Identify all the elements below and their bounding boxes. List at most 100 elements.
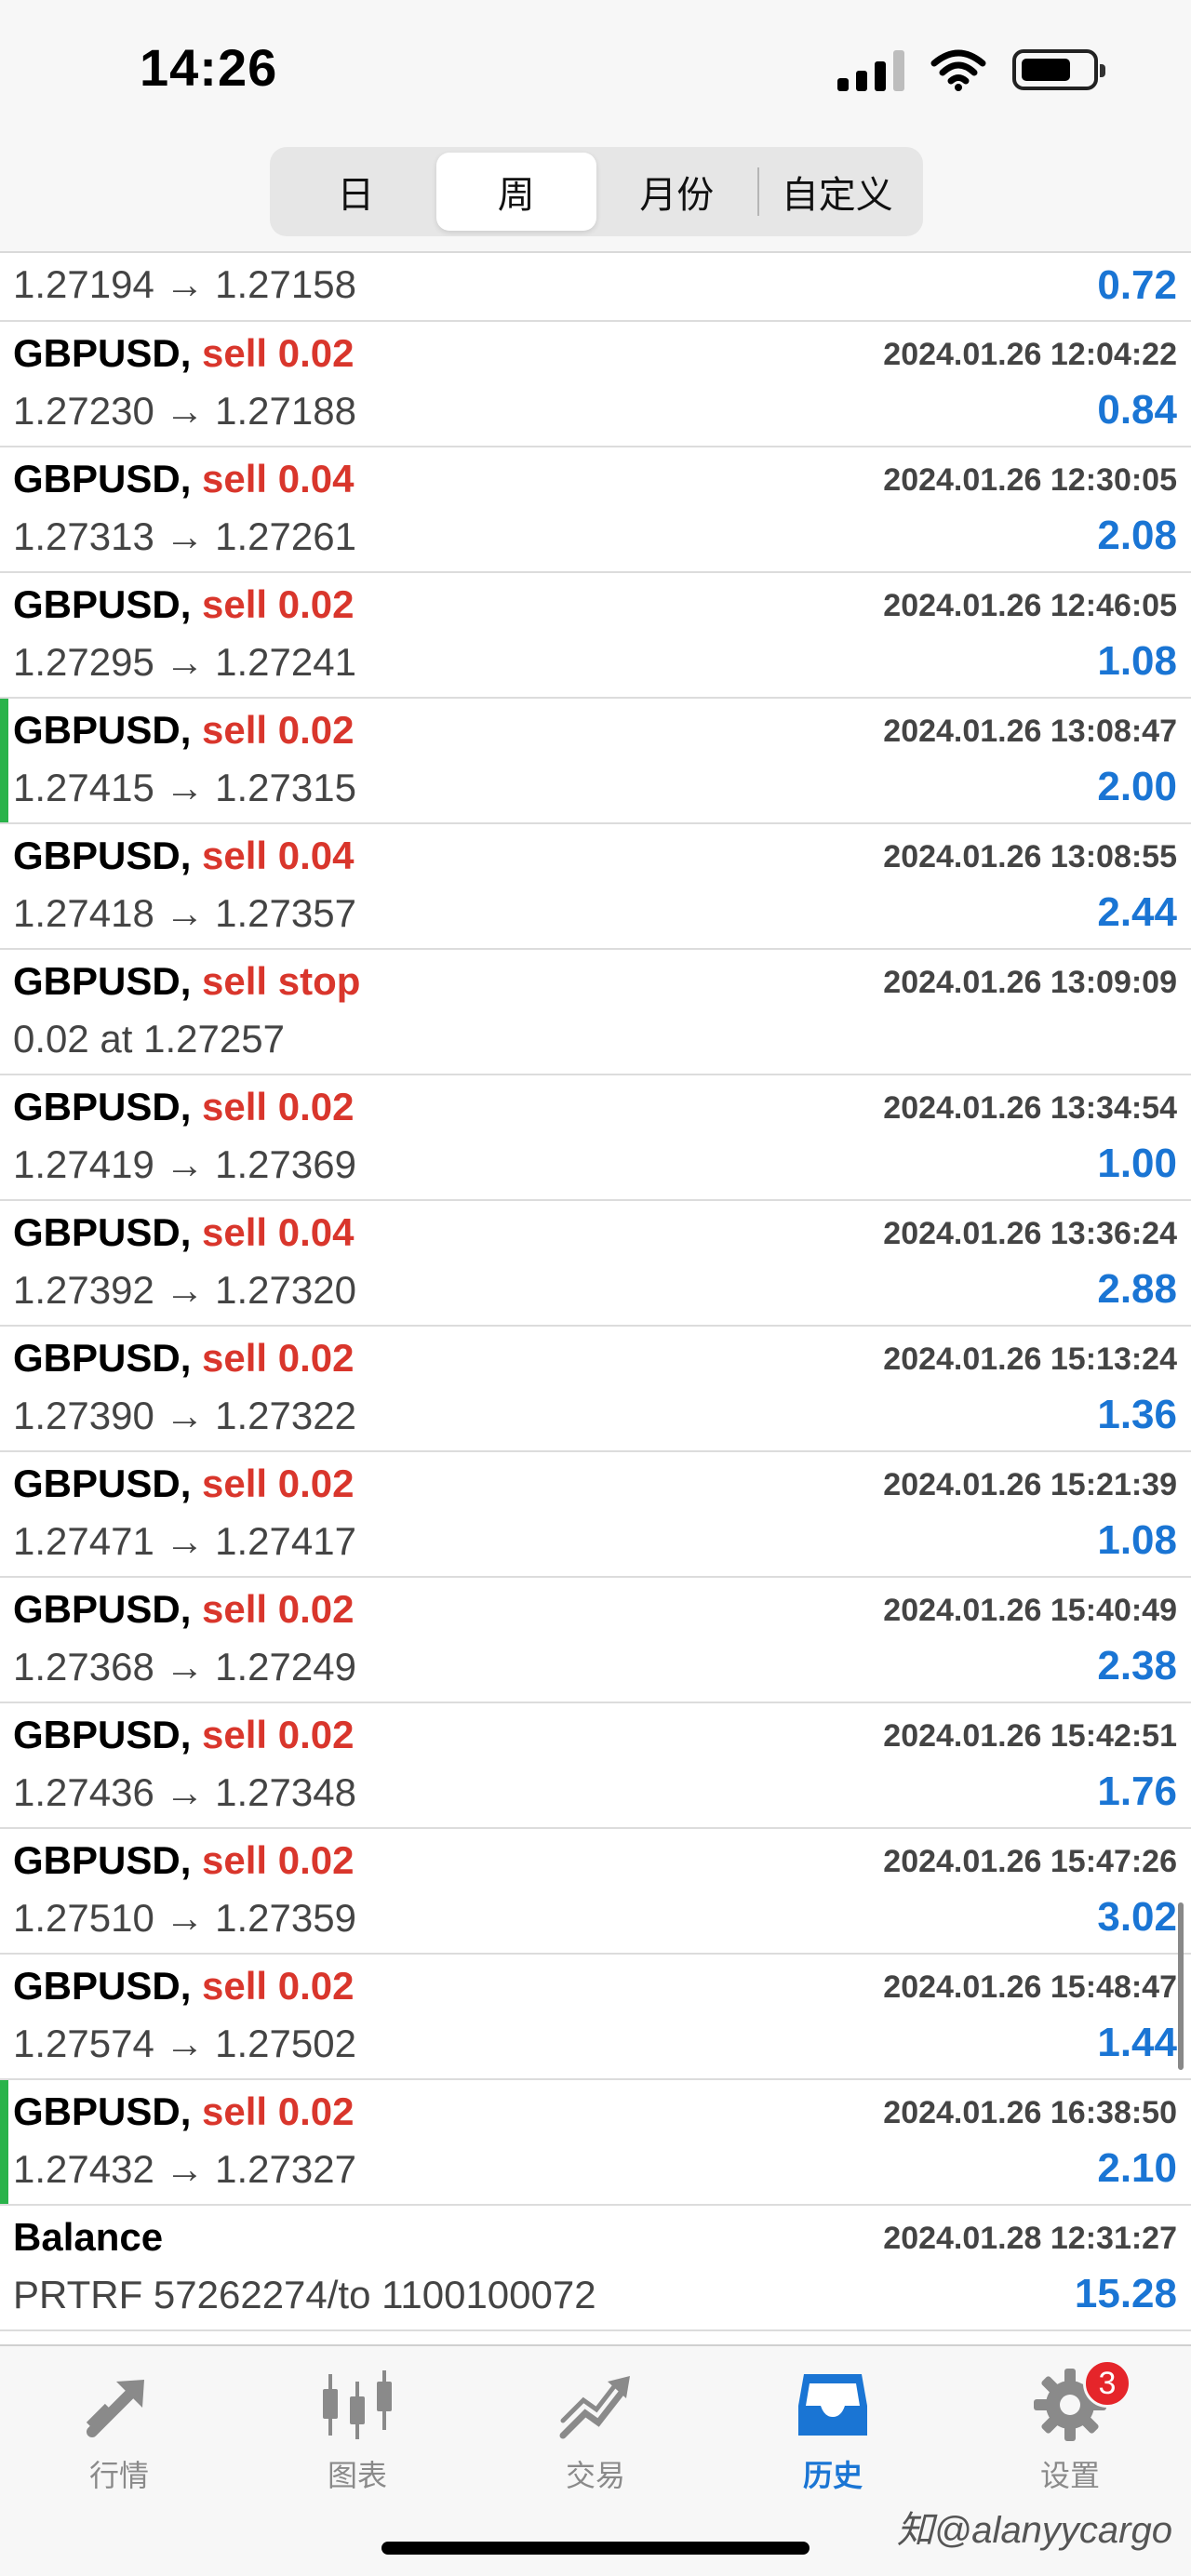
tab-label: 图表 xyxy=(327,2459,387,2492)
trade-datetime: 2024.01.26 13:09:09 xyxy=(883,965,1177,1000)
list-item[interactable]: GBPUSD, sell 0.02 2024.01.26 15:48:47 1.… xyxy=(0,1955,1191,2080)
home-indicator[interactable] xyxy=(381,2542,810,2555)
trade-prices: 1.27392 → 1.27320 xyxy=(13,1268,356,1312)
trade-datetime: 2024.01.26 13:34:54 xyxy=(883,1090,1177,1126)
trade-prices: 0.02 at 1.27257 xyxy=(13,1017,285,1061)
period-tab-week[interactable]: 周 xyxy=(435,153,596,231)
trade-prices: 1.27415 → 1.27315 xyxy=(13,766,356,809)
trade-profit: 2.00 xyxy=(1097,764,1177,809)
trade-profit: 2.38 xyxy=(1097,1643,1177,1688)
trade-profit: 15.28 xyxy=(1074,2271,1177,2316)
list-item[interactable]: GBPUSD, sell 0.02 2024.01.26 13:34:54 1.… xyxy=(0,1075,1191,1201)
period-segmented-control: 日 周 月份 自定义 xyxy=(270,147,923,236)
list-item[interactable]: GBPUSD, sell 0.02 2024.01.26 15:42:51 1.… xyxy=(0,1703,1191,1829)
trade-profit: 2.10 xyxy=(1097,2145,1177,2191)
trade-prices: 1.27368 → 1.27249 xyxy=(13,1645,356,1688)
trade-datetime: 2024.01.26 13:36:24 xyxy=(883,1216,1177,1251)
list-item[interactable]: GBPUSD, sell 0.02 2024.01.26 15:13:24 1.… xyxy=(0,1327,1191,1452)
trade-prices: 1.27510 → 1.27359 xyxy=(13,1896,356,1940)
trade-side: sell 0.02 xyxy=(202,2089,355,2133)
trade-side: sell 0.02 xyxy=(202,331,355,375)
trade-symbol: GBPUSD, sell 0.02 xyxy=(13,1964,355,2008)
trade-side: sell stop xyxy=(202,959,361,1003)
trade-side: sell 0.02 xyxy=(202,1838,355,1882)
settings-badge: 3 xyxy=(1083,2359,1131,2408)
trade-side: sell 0.02 xyxy=(202,582,355,626)
battery-icon xyxy=(1012,49,1105,90)
trade-datetime: 2024.01.28 12:31:27 xyxy=(883,2221,1177,2256)
trade-side: sell 0.04 xyxy=(202,457,355,501)
list-item[interactable] xyxy=(0,2331,1191,2344)
list-item[interactable]: 1.27194 → 1.27158 0.72 xyxy=(0,253,1191,322)
tab-quotes[interactable]: 行情 xyxy=(45,2365,194,2504)
trade-profit: 0.84 xyxy=(1097,387,1177,433)
trade-prices: 1.27432 → 1.27327 xyxy=(13,2147,356,2191)
balance-title: Balance xyxy=(13,2215,164,2259)
trade-profit: 2.08 xyxy=(1097,513,1177,558)
tab-history[interactable]: 历史 xyxy=(758,2365,907,2504)
trade-prices: 1.27230 → 1.27188 xyxy=(13,389,356,433)
tab-charts[interactable]: 图表 xyxy=(283,2365,432,2504)
trade-profit: 1.76 xyxy=(1097,1768,1177,1814)
trade-datetime: 2024.01.26 13:08:47 xyxy=(883,714,1177,749)
header: 14:26 日 周 月份 自定义 xyxy=(0,0,1191,253)
tab-bar: 行情 图表 交易 历史 设置 3 知@alanyycargo xyxy=(0,2344,1191,2576)
trade-symbol: GBPUSD, sell 0.04 xyxy=(13,457,355,501)
cellular-signal-icon xyxy=(837,48,904,91)
list-item[interactable]: GBPUSD, sell 0.02 2024.01.26 16:38:50 1.… xyxy=(0,2080,1191,2206)
quotes-arrows-icon xyxy=(86,2380,144,2437)
trade-datetime: 2024.01.26 15:40:49 xyxy=(883,1593,1177,1628)
trade-prices: 1.27574 → 1.27502 xyxy=(13,2022,356,2065)
candlestick-chart-icon xyxy=(323,2370,392,2439)
period-tab-day[interactable]: 日 xyxy=(275,153,436,231)
trade-profit: 1.36 xyxy=(1097,1392,1177,1437)
trade-symbol: GBPUSD, sell 0.02 xyxy=(13,1336,355,1380)
watermark: 知@alanyycargo xyxy=(896,2510,1172,2551)
trade-prices: 1.27471 → 1.27417 xyxy=(13,1519,356,1563)
tab-label: 设置 xyxy=(1039,2459,1100,2492)
trade-profit: 2.88 xyxy=(1097,1266,1177,1312)
trade-datetime: 2024.01.26 15:47:26 xyxy=(883,1844,1177,1879)
period-tab-custom[interactable]: 自定义 xyxy=(756,153,918,231)
status-time: 14:26 xyxy=(140,38,278,97)
trade-prices: 1.27418 → 1.27357 xyxy=(13,891,356,935)
trade-side: sell 0.02 xyxy=(202,1462,355,1505)
list-item[interactable]: GBPUSD, sell 0.02 2024.01.26 13:08:47 1.… xyxy=(0,699,1191,824)
list-item[interactable]: GBPUSD, sell stop 2024.01.26 13:09:09 0.… xyxy=(0,950,1191,1075)
trade-side: sell 0.02 xyxy=(202,1587,355,1631)
list-item[interactable]: GBPUSD, sell 0.02 2024.01.26 15:40:49 1.… xyxy=(0,1578,1191,1703)
trade-prices: 1.27436 → 1.27348 xyxy=(13,1770,356,1814)
trade-prices: 1.27390 → 1.27322 xyxy=(13,1394,356,1437)
trade-symbol: GBPUSD, sell stop xyxy=(13,959,361,1003)
period-tab-month[interactable]: 月份 xyxy=(596,153,757,231)
history-list[interactable]: 1.27194 → 1.27158 0.72 GBPUSD, sell 0.02… xyxy=(0,253,1191,2344)
trade-profit: 1.44 xyxy=(1097,2020,1177,2065)
trade-symbol: GBPUSD, sell 0.02 xyxy=(13,1838,355,1882)
trade-profit: 3.02 xyxy=(1097,1894,1177,1940)
tab-label: 行情 xyxy=(88,2459,149,2492)
list-item[interactable]: GBPUSD, sell 0.04 2024.01.26 13:08:55 1.… xyxy=(0,824,1191,950)
trade-profit: 1.08 xyxy=(1097,638,1177,684)
list-item[interactable]: GBPUSD, sell 0.02 2024.01.26 12:46:05 1.… xyxy=(0,573,1191,699)
balance-comment: PRTRF 57262274/to 1100100072 xyxy=(13,2273,596,2316)
trade-side: sell 0.02 xyxy=(202,1085,355,1128)
trade-prices: 1.27295 → 1.27241 xyxy=(13,640,356,684)
list-item[interactable]: GBPUSD, sell 0.04 2024.01.26 13:36:24 1.… xyxy=(0,1201,1191,1327)
trade-datetime: 2024.01.26 15:48:47 xyxy=(883,1969,1177,2005)
list-item[interactable]: Balance 2024.01.28 12:31:27 PRTRF 572622… xyxy=(0,2206,1191,2331)
list-item[interactable]: GBPUSD, sell 0.04 2024.01.26 12:30:05 1.… xyxy=(0,447,1191,573)
list-item[interactable]: GBPUSD, sell 0.02 2024.01.26 15:21:39 1.… xyxy=(0,1452,1191,1578)
tab-settings[interactable]: 设置 3 xyxy=(996,2359,1144,2504)
trade-symbol: GBPUSD, sell 0.04 xyxy=(13,1210,355,1254)
trade-side: sell 0.04 xyxy=(202,834,355,877)
scrollbar[interactable] xyxy=(1178,1902,1184,2070)
tab-trade[interactable]: 交易 xyxy=(521,2365,670,2504)
list-item[interactable]: GBPUSD, sell 0.02 2024.01.26 12:04:22 1.… xyxy=(0,322,1191,447)
list-item[interactable]: GBPUSD, sell 0.02 2024.01.26 15:47:26 1.… xyxy=(0,1829,1191,1955)
trade-prices: 1.27419 → 1.27369 xyxy=(13,1142,356,1186)
trade-datetime: 2024.01.26 15:21:39 xyxy=(883,1467,1177,1502)
history-inbox-icon xyxy=(798,2374,867,2436)
trade-profit: 1.00 xyxy=(1097,1141,1177,1186)
trade-profit: 2.44 xyxy=(1097,889,1177,935)
trade-profit: 0.72 xyxy=(1097,262,1177,308)
